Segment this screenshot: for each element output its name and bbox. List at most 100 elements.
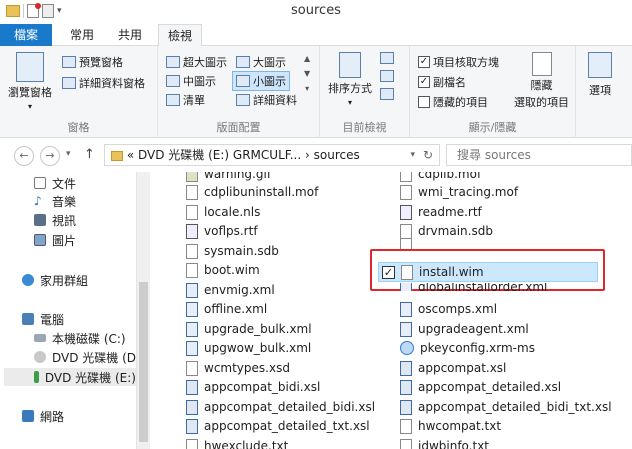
small-icons-button[interactable]: 小圖示 <box>232 71 290 91</box>
nav-network[interactable]: 網路 <box>22 407 64 425</box>
search-input[interactable]: 搜尋 sources <box>446 144 632 166</box>
checkbox-checked-icon[interactable]: ✓ <box>418 56 430 68</box>
list-item[interactable]: appcompat_detailed_txt.xsl <box>186 417 370 435</box>
list-item[interactable]: warning.gif <box>186 172 271 183</box>
tab-home[interactable]: 常用 <box>60 24 104 46</box>
nav-local-disk-c[interactable]: 本機磁碟 (C:) <box>34 329 126 347</box>
scroll-up-icon[interactable]: ▲ <box>304 54 310 63</box>
scrollbar-thumb[interactable] <box>139 282 148 442</box>
list-item[interactable]: upgwow_bulk.xml <box>186 339 311 357</box>
layout-scroll[interactable]: ▲ ▼ ▾ <box>304 54 310 93</box>
nav-documents[interactable]: 文件 <box>34 174 76 192</box>
list-item[interactable]: hwexclude.txt <box>186 437 288 449</box>
tab-share[interactable]: 共用 <box>108 24 152 46</box>
details-pane-button[interactable]: 詳細資料窗格 <box>62 75 145 91</box>
list-item[interactable]: wmi_tracing.mof <box>400 183 518 201</box>
nav-computer[interactable]: 電腦 <box>22 310 64 328</box>
preview-pane-button[interactable]: 預覽窗格 <box>62 54 123 70</box>
breadcrumb-folder[interactable]: sources <box>314 148 360 162</box>
nav-homegroup[interactable]: 家用群組 <box>22 271 88 289</box>
list-item[interactable]: appcompat_detailed.xsl <box>400 378 561 396</box>
file-icon <box>400 172 412 182</box>
path-overflow[interactable]: « <box>127 148 134 162</box>
hide-selected-button[interactable]: 隱藏 選取的項目 <box>514 52 569 110</box>
back-button[interactable]: ← <box>14 146 34 166</box>
list-item[interactable]: upgrade_bulk.xml <box>186 320 312 338</box>
dvd-icon <box>34 371 39 383</box>
list-item[interactable]: boot.wim <box>186 261 260 279</box>
item-checkboxes-toggle[interactable]: ✓ 項目核取方塊 <box>418 54 499 70</box>
details-pane-icon <box>62 77 76 89</box>
list-item[interactable] <box>400 239 418 249</box>
text-file-icon <box>186 438 198 449</box>
list-item[interactable]: voflps.rtf <box>186 222 258 240</box>
list-item[interactable]: cdplib.mof <box>400 172 481 183</box>
file-extensions-toggle[interactable]: ✓ 副檔名 <box>418 74 466 90</box>
scroll-down-icon[interactable]: ▼ <box>304 69 310 78</box>
nav-pictures[interactable]: 圖片 <box>34 231 76 249</box>
list-item[interactable]: envmig.xml <box>186 281 275 299</box>
group-options[interactable] <box>380 52 394 100</box>
nav-pane-button[interactable]: 瀏覽窗格 ▾ <box>8 52 52 111</box>
options-button[interactable]: 選項 <box>588 52 612 98</box>
nav-scrollbar[interactable] <box>136 172 150 449</box>
list-item[interactable]: upgradeagent.xml <box>400 320 529 338</box>
small-icons-icon <box>236 75 250 87</box>
pictures-icon <box>34 234 46 246</box>
large-icons-button[interactable]: 大圖示 <box>236 54 286 70</box>
list-item[interactable]: hwcompat.txt <box>400 417 501 435</box>
show-hide-group-label: 顯示/隱藏 <box>468 121 517 134</box>
list-item[interactable]: appcompat.xsl <box>400 359 506 377</box>
hidden-items-toggle[interactable]: 隱藏的項目 <box>418 94 488 110</box>
list-item[interactable]: globalinstallorder.xml <box>400 283 547 291</box>
tab-file[interactable]: 檔案 <box>0 24 52 46</box>
rtf-file-icon <box>400 204 412 220</box>
breadcrumb-drive[interactable]: DVD 光碟機 (E:) GRMCULF... <box>138 148 301 162</box>
nav-music[interactable]: ♪ 音樂 <box>34 192 76 210</box>
list-item[interactable]: sysmain.sdb <box>186 242 279 260</box>
xml-file-icon <box>186 321 198 337</box>
details-button[interactable]: 詳細資料 <box>236 92 297 108</box>
list-item[interactable]: cdplibuninstall.mof <box>186 183 318 201</box>
list-item[interactable]: idwbinfo.txt <box>400 437 489 449</box>
sort-by-button[interactable]: 排序方式 ▾ <box>328 52 372 107</box>
nav-dvd-d[interactable]: DVD 光碟機 (D:) <box>34 348 145 366</box>
refresh-icon[interactable]: ↻ <box>423 145 433 165</box>
extra-large-icons-button[interactable]: 超大圖示 <box>166 54 227 70</box>
list-item[interactable]: offline.xml <box>186 300 267 318</box>
size-columns-icon[interactable] <box>380 88 394 100</box>
layout-group-label: 版面配置 <box>216 121 261 134</box>
tab-view[interactable]: 檢視 <box>158 24 202 47</box>
list-item[interactable]: wcmtypes.xsd <box>186 359 290 377</box>
nav-dvd-e[interactable]: DVD 光碟機 (E:) <box>4 368 136 386</box>
xsl-file-icon <box>186 399 198 415</box>
nav-videos[interactable]: 視訊 <box>34 211 76 229</box>
item-checkbox-checked-icon[interactable]: ✓ <box>382 265 395 279</box>
forward-button[interactable]: → <box>40 146 60 166</box>
group-by-icon[interactable] <box>380 52 394 64</box>
list-button[interactable]: 清單 <box>166 92 205 108</box>
breadcrumb-separator: › <box>305 148 310 162</box>
list-item[interactable]: appcompat_detailed_bidi_txt.xsl <box>400 398 612 416</box>
recent-locations-icon[interactable]: ▾ <box>66 149 71 159</box>
dvd-icon <box>34 351 46 363</box>
list-item[interactable]: drvmain.sdb <box>400 222 493 240</box>
list-item[interactable]: appcompat_bidi.xsl <box>186 378 320 396</box>
list-item[interactable]: pkeyconfig.xrm-ms <box>400 339 535 357</box>
checkbox-checked-icon[interactable]: ✓ <box>418 76 430 88</box>
address-input[interactable]: « DVD 光碟機 (E:) GRMCULF... › sources ▾ ↻ <box>104 144 440 166</box>
more-icon[interactable]: ▾ <box>305 84 309 93</box>
medium-icons-button[interactable]: 中圖示 <box>166 73 216 89</box>
list-item[interactable]: locale.nls <box>186 203 260 221</box>
computer-icon <box>22 313 34 325</box>
add-columns-icon[interactable] <box>380 70 394 82</box>
list-item[interactable]: oscomps.xml <box>400 300 497 318</box>
list-item-selected[interactable]: ✓ install.wim <box>382 263 484 281</box>
checkbox-unchecked-icon[interactable] <box>418 96 430 108</box>
address-dropdown-icon[interactable]: ▾ <box>410 145 415 165</box>
preview-pane-icon <box>62 56 76 68</box>
up-button[interactable]: ↑ <box>84 147 95 162</box>
list-item[interactable]: appcompat_detailed_bidi.xsl <box>186 398 375 416</box>
ribbon-tab-bar: 檔案 常用 共用 檢視 <box>0 24 632 47</box>
list-item[interactable]: readme.rtf <box>400 203 482 221</box>
